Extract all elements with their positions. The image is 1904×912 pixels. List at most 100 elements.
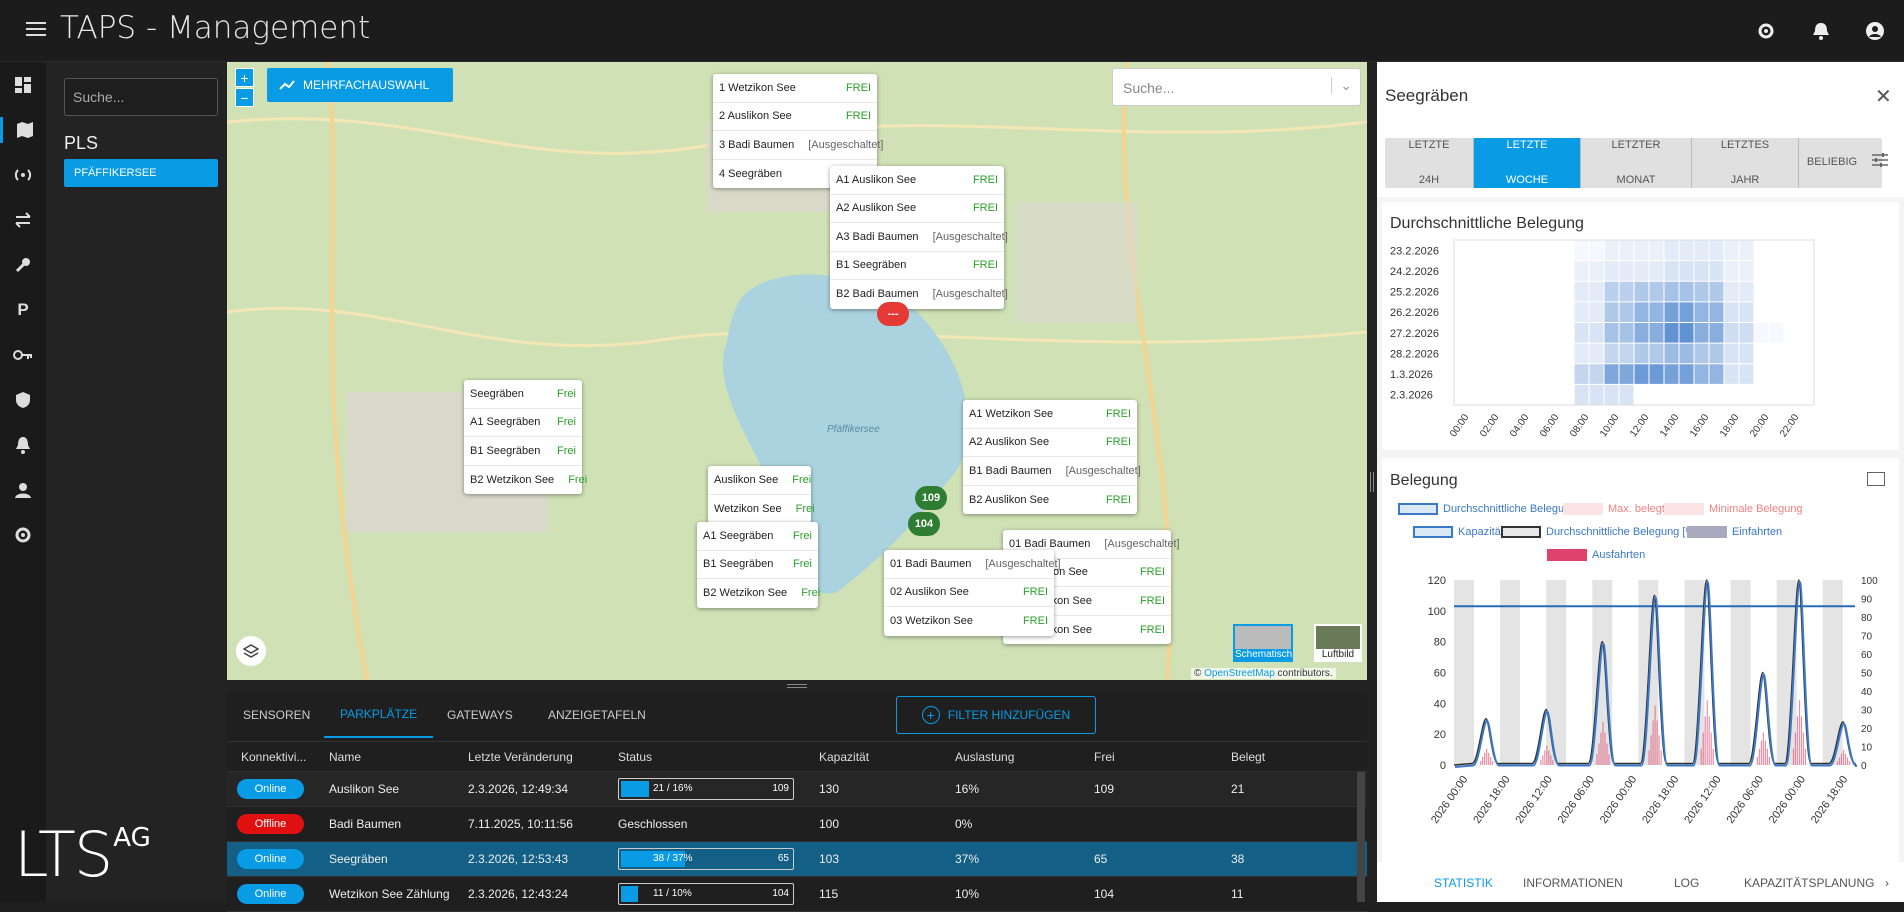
bell-icon[interactable] xyxy=(1808,18,1834,44)
layer-schematic[interactable]: Schematisch xyxy=(1233,624,1293,662)
account-icon[interactable] xyxy=(1862,18,1888,44)
popup-row[interactable]: B1 Seegräben FREI xyxy=(830,252,1004,280)
multi-select-button[interactable]: MEHRFACHAUSWAHL xyxy=(267,68,453,102)
popup-row[interactable]: B2 Badi Baumen [Ausgeschaltet] xyxy=(830,280,1008,309)
alarm-bell-icon[interactable] xyxy=(10,432,36,458)
table-scrollbar[interactable] xyxy=(1357,772,1365,902)
tab-informationen[interactable]: INFORMATIONEN xyxy=(1523,876,1623,890)
heatmap-cell xyxy=(1470,323,1484,343)
table-row[interactable]: Online Wetzikon See Zählung 2.3.2026, 12:4… xyxy=(227,877,1367,912)
tab-sensoren[interactable]: SENSOREN xyxy=(227,692,326,738)
popup-row[interactable]: A1 Wetzikon See FREI xyxy=(963,400,1137,429)
tune-icon[interactable] xyxy=(1871,152,1889,173)
col-load[interactable]: Auslastung xyxy=(955,742,1014,771)
col-changed[interactable]: Letzte Veränderung xyxy=(468,742,573,771)
popup-row[interactable]: Wetzikon See Frei xyxy=(708,495,815,524)
popup-row[interactable]: 3 Badi Baumen [Ausgeschaltet] xyxy=(713,131,883,160)
map-view[interactable]: Pfäffikersee + − MEHRFACHAUSWAHL Suche..… xyxy=(227,62,1367,680)
search-input[interactable]: Suche... xyxy=(64,78,218,116)
popup-row[interactable]: A3 Badi Baumen [Ausgeschaltet] xyxy=(830,223,1008,252)
period-option[interactable]: LETZTE 24H xyxy=(1385,138,1473,188)
col-free[interactable]: Frei xyxy=(1094,742,1115,771)
popup-row[interactable]: 1 Wetzikon See FREI xyxy=(713,74,877,103)
tab-anzeigetafeln[interactable]: ANZEIGETAFELN xyxy=(532,692,662,738)
tab-log[interactable]: LOG xyxy=(1674,876,1699,890)
sensor-popup[interactable]: Seegräben Frei A1 Seegräben Frei B1 Seegräbe… xyxy=(464,380,587,495)
popup-row[interactable]: B2 Wetzikon See Frei xyxy=(464,466,587,495)
col-connectivity[interactable]: Konnektivi... xyxy=(241,742,306,771)
popup-sensor-name: A1 Seegräben xyxy=(703,529,774,542)
tab-parkplaetze[interactable]: PARKPLÄTZE xyxy=(324,692,434,738)
sensor-popup[interactable]: 01 Badi Baumen [Ausgeschaltet] 02 Auslikon… xyxy=(884,550,1061,636)
sensor-popup[interactable]: A1 Auslikon See FREI A2 Auslikon See FREI A3… xyxy=(830,166,1008,309)
antenna-icon[interactable] xyxy=(10,162,36,188)
layer-aerial[interactable]: Luftbild xyxy=(1314,624,1362,662)
layers-button[interactable] xyxy=(236,636,266,666)
popup-row[interactable]: 02 Auslikon See FREI xyxy=(884,579,1054,607)
osm-link[interactable]: OpenStreetMap xyxy=(1204,668,1275,679)
popup-row[interactable]: A1 Seegräben Frei xyxy=(464,409,582,437)
chevron-right-icon[interactable]: › xyxy=(1885,876,1889,890)
settings-icon[interactable] xyxy=(1753,18,1779,44)
popup-row[interactable]: Auslikon See Frei xyxy=(708,466,811,495)
tab-gateways[interactable]: GATEWAYS xyxy=(431,692,529,738)
sensor-popup[interactable]: A1 Wetzikon See FREI A2 Auslikon See FREI B1… xyxy=(963,400,1141,515)
col-capacity[interactable]: Kapazität xyxy=(819,742,869,771)
vertical-resize-handle[interactable] xyxy=(1367,62,1377,902)
popup-row[interactable]: A1 Auslikon See FREI xyxy=(830,166,1004,195)
chevron-down-icon[interactable]: ⌄ xyxy=(1331,77,1352,94)
parking-icon[interactable]: P xyxy=(10,297,36,323)
wrench-icon[interactable] xyxy=(10,252,36,278)
table-row[interactable]: Online Seegräben 2.3.2026, 12:53:43 38 / 37… xyxy=(227,842,1367,877)
map-marker[interactable]: 109 xyxy=(915,486,947,510)
close-icon[interactable]: ✕ xyxy=(1875,84,1892,109)
popup-row[interactable]: 03 Wetzikon See FREI xyxy=(884,607,1054,636)
add-filter-button[interactable]: + FILTER HINZUFÜGEN xyxy=(896,696,1096,734)
tab-kapazitaetsplanung[interactable]: KAPAZITÄTSPLANUNG xyxy=(1744,876,1874,890)
popup-row[interactable]: A1 Seegräben Frei xyxy=(697,522,818,551)
map-marker[interactable]: 104 xyxy=(908,512,940,536)
table-row[interactable]: Offline Badi Baumen 7.11.2025, 10:11:56 Ges… xyxy=(227,807,1367,842)
tree-item-pfaeffikersee[interactable]: PFÄFFIKERSEE xyxy=(64,159,218,187)
tab-statistik[interactable]: STATISTIK xyxy=(1434,876,1493,890)
zoom-out-button[interactable]: − xyxy=(235,88,254,107)
popup-row[interactable]: B2 Auslikon See FREI xyxy=(963,486,1137,515)
popup-row[interactable]: 2 Auslikon See FREI xyxy=(713,103,877,131)
col-name[interactable]: Name xyxy=(329,742,361,771)
heatmap-cell xyxy=(1470,364,1484,384)
map-icon[interactable] xyxy=(0,117,46,143)
period-option[interactable]: LETZTER MONAT xyxy=(1580,138,1691,188)
sensor-popup[interactable]: Auslikon See Frei Wetzikon See Frei xyxy=(708,466,815,524)
period-option[interactable]: LETZTES JAHR xyxy=(1691,138,1798,188)
map-marker[interactable]: --- xyxy=(877,302,909,326)
y2-tick-label: 0 xyxy=(1861,761,1867,772)
sensor-popup[interactable]: A1 Seegräben Frei B1 Seegräben Frei B2 Wetzi… xyxy=(697,522,820,608)
popup-row[interactable]: B1 Seegräben Frei xyxy=(464,437,582,466)
menu-icon[interactable] xyxy=(26,22,46,38)
popup-row[interactable]: A2 Auslikon See FREI xyxy=(963,429,1137,457)
popup-row[interactable]: B2 Wetzikon See Frei xyxy=(697,579,820,608)
dashboard-icon[interactable] xyxy=(10,72,36,98)
shield-icon[interactable] xyxy=(10,387,36,413)
changed-cell: 2.3.2026, 12:43:24 xyxy=(468,887,569,901)
exits-bar xyxy=(1764,740,1766,765)
resize-handle[interactable] xyxy=(227,680,1367,692)
col-occupied[interactable]: Belegt xyxy=(1231,742,1265,771)
zoom-in-button[interactable]: + xyxy=(235,68,254,87)
gear-icon[interactable] xyxy=(10,522,36,548)
popup-row[interactable]: Seegräben Frei xyxy=(464,380,582,409)
col-status[interactable]: Status xyxy=(618,742,652,771)
period-option[interactable]: LETZTE WOCHE xyxy=(1473,138,1580,188)
transfer-icon[interactable] xyxy=(10,207,36,233)
heatmap-cell xyxy=(1530,282,1544,302)
popup-row[interactable]: A2 Auslikon See FREI xyxy=(830,195,1004,223)
popup-row[interactable]: B1 Badi Baumen [Ausgeschaltet] xyxy=(963,457,1141,486)
popup-row[interactable]: B1 Seegräben Frei xyxy=(697,551,818,579)
table-row[interactable]: Online Auslikon See 2.3.2026, 12:49:34 21 /… xyxy=(227,772,1367,807)
period-option[interactable]: BELIEBIG xyxy=(1798,138,1865,188)
heatmap-cell xyxy=(1560,241,1574,261)
popup-row[interactable]: 01 Badi Baumen [Ausgeschaltet] xyxy=(884,550,1061,579)
key-icon[interactable] xyxy=(10,342,36,368)
user-icon[interactable] xyxy=(10,477,36,503)
map-search-input[interactable]: Suche... ⌄ xyxy=(1112,68,1361,106)
